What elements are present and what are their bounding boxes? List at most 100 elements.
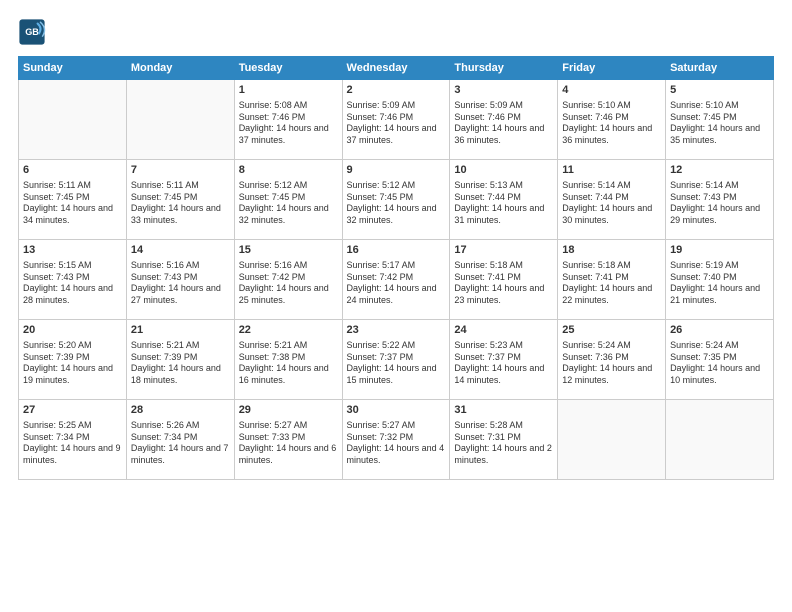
cell-content: Sunrise: 5:19 AM Sunset: 7:40 PM Dayligh… [670, 260, 769, 307]
day-number: 24 [454, 323, 553, 338]
cell-content: Sunrise: 5:08 AM Sunset: 7:46 PM Dayligh… [239, 100, 338, 147]
calendar-cell: 26 Sunrise: 5:24 AM Sunset: 7:35 PM Dayli… [666, 320, 774, 400]
cell-content: Sunrise: 5:21 AM Sunset: 7:39 PM Dayligh… [131, 340, 230, 387]
day-number: 31 [454, 403, 553, 418]
calendar-cell: 19 Sunrise: 5:19 AM Sunset: 7:40 PM Dayli… [666, 240, 774, 320]
calendar-cell: 1 Sunrise: 5:08 AM Sunset: 7:46 PM Daylig… [234, 80, 342, 160]
day-number: 25 [562, 323, 661, 338]
day-number: 15 [239, 243, 338, 258]
calendar-cell: 6 Sunrise: 5:11 AM Sunset: 7:45 PM Daylig… [19, 160, 127, 240]
cell-content: Sunrise: 5:09 AM Sunset: 7:46 PM Dayligh… [454, 100, 553, 147]
day-number: 12 [670, 163, 769, 178]
calendar-cell: 9 Sunrise: 5:12 AM Sunset: 7:45 PM Daylig… [342, 160, 450, 240]
day-number: 11 [562, 163, 661, 178]
day-number: 7 [131, 163, 230, 178]
calendar-cell: 11 Sunrise: 5:14 AM Sunset: 7:44 PM Dayli… [558, 160, 666, 240]
cell-content: Sunrise: 5:24 AM Sunset: 7:35 PM Dayligh… [670, 340, 769, 387]
calendar-cell: 20 Sunrise: 5:20 AM Sunset: 7:39 PM Dayli… [19, 320, 127, 400]
calendar-cell: 2Sunrise: 5:09 AM Sunset: 7:46 PM Daylig… [342, 80, 450, 160]
day-number: 19 [670, 243, 769, 258]
day-number: 6 [23, 163, 122, 178]
day-number: 4 [562, 83, 661, 98]
calendar-cell: 4 Sunrise: 5:10 AM Sunset: 7:46 PM Daylig… [558, 80, 666, 160]
cell-content: Sunrise: 5:23 AM Sunset: 7:37 PM Dayligh… [454, 340, 553, 387]
calendar-week: 27 Sunrise: 5:25 AM Sunset: 7:34 PM Dayli… [19, 400, 774, 480]
day-number: 20 [23, 323, 122, 338]
calendar-cell: 21 Sunrise: 5:21 AM Sunset: 7:39 PM Dayli… [126, 320, 234, 400]
cell-content: Sunrise: 5:11 AM Sunset: 7:45 PM Dayligh… [131, 180, 230, 227]
cell-content: Sunrise: 5:09 AM Sunset: 7:46 PM Dayligh… [347, 100, 446, 147]
cell-content: Sunrise: 5:27 AM Sunset: 7:33 PM Dayligh… [239, 420, 338, 467]
day-number: 3 [454, 83, 553, 98]
calendar-cell [19, 80, 127, 160]
calendar-cell: 15 Sunrise: 5:16 AM Sunset: 7:42 PM Dayli… [234, 240, 342, 320]
calendar-cell [666, 400, 774, 480]
cell-content: Sunrise: 5:11 AM Sunset: 7:45 PM Dayligh… [23, 180, 122, 227]
calendar-cell: 30 Sunrise: 5:27 AM Sunset: 7:32 PM Dayli… [342, 400, 450, 480]
day-number: 9 [347, 163, 446, 178]
calendar-cell: 16Sunrise: 5:17 AM Sunset: 7:42 PM Dayli… [342, 240, 450, 320]
cell-content: Sunrise: 5:26 AM Sunset: 7:34 PM Dayligh… [131, 420, 230, 467]
calendar-cell: 10 Sunrise: 5:13 AM Sunset: 7:44 PM Dayli… [450, 160, 558, 240]
day-number: 10 [454, 163, 553, 178]
cell-content: Sunrise: 5:12 AM Sunset: 7:45 PM Dayligh… [347, 180, 446, 227]
cell-content: Sunrise: 5:16 AM Sunset: 7:42 PM Dayligh… [239, 260, 338, 307]
svg-text:GB: GB [25, 27, 39, 37]
day-number: 1 [239, 83, 338, 98]
cell-content: Sunrise: 5:21 AM Sunset: 7:38 PM Dayligh… [239, 340, 338, 387]
day-number: 16 [347, 243, 446, 258]
cell-content: Sunrise: 5:25 AM Sunset: 7:34 PM Dayligh… [23, 420, 122, 467]
day-number: 8 [239, 163, 338, 178]
cell-content: Sunrise: 5:18 AM Sunset: 7:41 PM Dayligh… [454, 260, 553, 307]
cell-content: Sunrise: 5:12 AM Sunset: 7:45 PM Dayligh… [239, 180, 338, 227]
calendar-body: 1 Sunrise: 5:08 AM Sunset: 7:46 PM Daylig… [19, 80, 774, 480]
weekday-header: Monday [126, 57, 234, 80]
day-number: 13 [23, 243, 122, 258]
calendar-cell: 13 Sunrise: 5:15 AM Sunset: 7:43 PM Dayli… [19, 240, 127, 320]
calendar: SundayMondayTuesdayWednesdayThursdayFrid… [18, 56, 774, 480]
calendar-header: SundayMondayTuesdayWednesdayThursdayFrid… [19, 57, 774, 80]
day-number: 14 [131, 243, 230, 258]
calendar-cell: 14Sunrise: 5:16 AM Sunset: 7:43 PM Dayli… [126, 240, 234, 320]
weekday-header: Saturday [666, 57, 774, 80]
day-number: 17 [454, 243, 553, 258]
calendar-cell: 24 Sunrise: 5:23 AM Sunset: 7:37 PM Dayli… [450, 320, 558, 400]
cell-content: Sunrise: 5:10 AM Sunset: 7:46 PM Dayligh… [562, 100, 661, 147]
day-number: 23 [347, 323, 446, 338]
cell-content: Sunrise: 5:14 AM Sunset: 7:44 PM Dayligh… [562, 180, 661, 227]
calendar-cell [126, 80, 234, 160]
weekday-header: Sunday [19, 57, 127, 80]
calendar-cell: 23Sunrise: 5:22 AM Sunset: 7:37 PM Dayli… [342, 320, 450, 400]
day-number: 28 [131, 403, 230, 418]
day-number: 18 [562, 243, 661, 258]
logo-icon: GB [18, 18, 46, 46]
cell-content: Sunrise: 5:18 AM Sunset: 7:41 PM Dayligh… [562, 260, 661, 307]
calendar-cell: 3 Sunrise: 5:09 AM Sunset: 7:46 PM Daylig… [450, 80, 558, 160]
day-number: 21 [131, 323, 230, 338]
cell-content: Sunrise: 5:20 AM Sunset: 7:39 PM Dayligh… [23, 340, 122, 387]
cell-content: Sunrise: 5:28 AM Sunset: 7:31 PM Dayligh… [454, 420, 553, 467]
calendar-week: 1 Sunrise: 5:08 AM Sunset: 7:46 PM Daylig… [19, 80, 774, 160]
weekday-header: Friday [558, 57, 666, 80]
day-number: 22 [239, 323, 338, 338]
calendar-cell: 27 Sunrise: 5:25 AM Sunset: 7:34 PM Dayli… [19, 400, 127, 480]
day-number: 27 [23, 403, 122, 418]
calendar-cell: 25Sunrise: 5:24 AM Sunset: 7:36 PM Dayli… [558, 320, 666, 400]
calendar-cell [558, 400, 666, 480]
calendar-cell: 22 Sunrise: 5:21 AM Sunset: 7:38 PM Dayli… [234, 320, 342, 400]
cell-content: Sunrise: 5:15 AM Sunset: 7:43 PM Dayligh… [23, 260, 122, 307]
day-number: 30 [347, 403, 446, 418]
day-number: 26 [670, 323, 769, 338]
cell-content: Sunrise: 5:27 AM Sunset: 7:32 PM Dayligh… [347, 420, 446, 467]
cell-content: Sunrise: 5:13 AM Sunset: 7:44 PM Dayligh… [454, 180, 553, 227]
weekday-header: Thursday [450, 57, 558, 80]
weekday-header: Tuesday [234, 57, 342, 80]
header: GB [18, 18, 774, 46]
calendar-cell: 7 Sunrise: 5:11 AM Sunset: 7:45 PM Daylig… [126, 160, 234, 240]
calendar-cell: 8 Sunrise: 5:12 AM Sunset: 7:45 PM Daylig… [234, 160, 342, 240]
calendar-cell: 12Sunrise: 5:14 AM Sunset: 7:43 PM Dayli… [666, 160, 774, 240]
calendar-week: 6 Sunrise: 5:11 AM Sunset: 7:45 PM Daylig… [19, 160, 774, 240]
day-number: 5 [670, 83, 769, 98]
page: GB SundayMondayTuesdayWednesdayThursdayF… [0, 0, 792, 612]
calendar-cell: 31 Sunrise: 5:28 AM Sunset: 7:31 PM Dayli… [450, 400, 558, 480]
